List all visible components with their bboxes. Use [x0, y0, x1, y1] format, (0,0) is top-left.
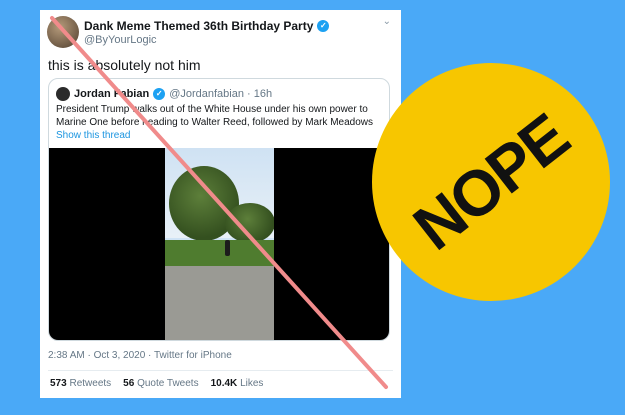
- nope-sticker: NOPE: [372, 63, 610, 301]
- nope-text: NOPE: [400, 100, 582, 264]
- strike-line: [50, 16, 388, 389]
